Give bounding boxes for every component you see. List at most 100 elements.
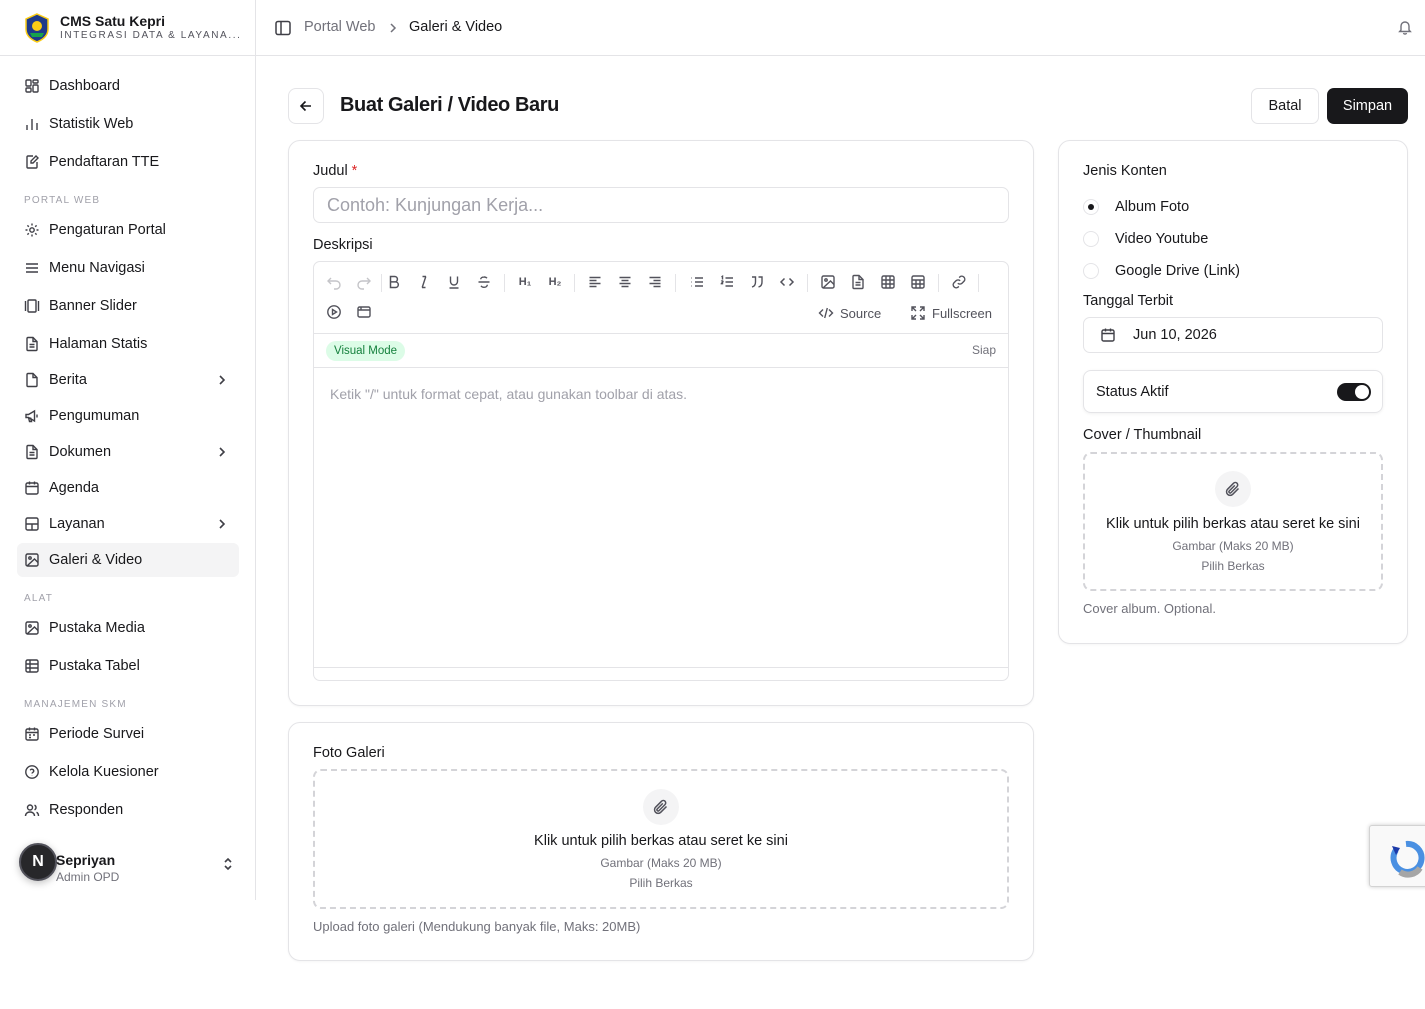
sidebar-item-menu-navigasi[interactable]: Menu Navigasi [17, 251, 239, 285]
user-name: Sepriyan [56, 852, 116, 868]
save-button[interactable]: Simpan [1327, 88, 1408, 124]
megaphone-icon [24, 408, 40, 424]
sidebar-item-agenda[interactable]: Agenda [17, 471, 239, 505]
cover-dropzone[interactable]: Klik untuk pilih berkas atau seret ke si… [1083, 452, 1383, 591]
source-button[interactable]: Source [818, 303, 881, 323]
sidebar-item-pengumuman[interactable]: Pengumuman [17, 399, 239, 433]
breadcrumb-parent[interactable]: Portal Web [304, 19, 375, 35]
visual-mode-badge[interactable]: Visual Mode [326, 341, 406, 361]
description-label: Deskripsi [313, 237, 373, 253]
sidebar-item-banner-slider[interactable]: Banner Slider [17, 289, 239, 323]
fullscreen-button[interactable]: Fullscreen [910, 303, 992, 323]
sidebar-item-periode-survei[interactable]: Periode Survei [17, 717, 239, 751]
newspaper-icon [24, 372, 40, 388]
brand[interactable]: CMS Satu Kepri INTEGRASI DATA & LAYANA..… [24, 12, 241, 44]
italic-icon[interactable] [414, 272, 434, 292]
redo-icon[interactable] [354, 272, 374, 292]
bold-icon[interactable] [384, 272, 404, 292]
breadcrumb-current: Galeri & Video [409, 19, 503, 35]
sidebar-item-pengaturan-portal[interactable]: Pengaturan Portal [17, 213, 239, 247]
insert-image-icon[interactable] [818, 272, 838, 292]
source-label: Source [840, 305, 882, 321]
sidebar-item-label: Menu Navigasi [49, 260, 145, 276]
sidebar-item-galeri-video[interactable]: Galeri & Video [17, 543, 239, 577]
chevron-right-icon [219, 447, 226, 457]
paperclip-icon [1215, 471, 1251, 507]
sidebar-item-dashboard[interactable]: Dashboard [17, 69, 239, 103]
table-icon [24, 658, 40, 674]
align-right-icon[interactable] [645, 272, 665, 292]
title-label-text: Judul [313, 163, 348, 179]
gallery-pick-file[interactable]: Pilih Berkas [315, 876, 1007, 890]
radio-button[interactable] [1083, 263, 1099, 279]
quote-icon[interactable] [747, 272, 767, 292]
editor-content-area[interactable]: Ketik "/" untuk format cepat, atau gunak… [330, 386, 687, 402]
back-button[interactable] [288, 88, 324, 124]
title-input[interactable] [313, 187, 1009, 223]
sidebar-item-halaman-statis[interactable]: Halaman Statis [17, 327, 239, 361]
link-icon[interactable] [949, 272, 969, 292]
sidebar-item-pustaka-media[interactable]: Pustaka Media [17, 611, 239, 645]
fullscreen-label: Fullscreen [932, 305, 992, 321]
insert-table-icon[interactable] [878, 272, 898, 292]
underline-icon[interactable] [444, 272, 464, 292]
align-left-icon[interactable] [585, 272, 605, 292]
gallery-dropzone[interactable]: Klik untuk pilih berkas atau seret ke si… [313, 769, 1009, 909]
file-text-icon [24, 336, 40, 352]
cover-drop-sub: Gambar (Maks 20 MB) [1172, 539, 1294, 553]
insert-embed-icon[interactable] [354, 302, 374, 322]
strikethrough-icon[interactable] [474, 272, 494, 292]
cover-drop-title: Klik untuk pilih berkas atau seret ke si… [1106, 516, 1360, 532]
sidebar-item-label: Galeri & Video [49, 552, 143, 568]
user-role: Admin OPD [56, 870, 120, 884]
sidebar-item-layanan[interactable]: Layanan [17, 507, 239, 541]
sidebar-item-pustaka-tabel[interactable]: Pustaka Tabel [17, 649, 239, 683]
province-logo-icon [25, 13, 49, 43]
table-options-icon[interactable] [908, 272, 928, 292]
image-icon [24, 552, 40, 568]
ordered-list-icon[interactable] [717, 272, 737, 292]
sidebar-item-berita[interactable]: Berita [17, 363, 239, 397]
toolbar-separator [978, 274, 979, 292]
toolbar-separator [574, 274, 575, 292]
sidebar-item-label: Berita [49, 372, 87, 388]
radio-button-selected[interactable] [1083, 199, 1099, 215]
brand-title: CMS Satu Kepri [60, 13, 166, 29]
status-aktif-row: Status Aktif [1083, 370, 1383, 413]
gallery-label: Foto Galeri [313, 745, 385, 761]
layers-icon [24, 516, 40, 532]
cover-pick-file[interactable]: Pilih Berkas [1085, 559, 1381, 573]
align-center-icon[interactable] [615, 272, 635, 292]
sidebar-item-label: Pengaturan Portal [49, 222, 166, 238]
sidebar-item-kelola-kuesioner[interactable]: Kelola Kuesioner [17, 755, 239, 789]
insert-file-icon[interactable] [848, 272, 868, 292]
radio-album-foto[interactable]: Album Foto [1083, 198, 1189, 216]
radio-button[interactable] [1083, 231, 1099, 247]
undo-icon[interactable] [324, 272, 344, 292]
editor-footer [314, 667, 1008, 680]
user-menu[interactable]: N Sepriyan Admin OPD [17, 840, 239, 886]
sidebar-toggle-icon[interactable] [274, 19, 292, 37]
radio-video-youtube[interactable]: Video Youtube [1083, 230, 1208, 248]
toolbar-separator [504, 274, 505, 292]
status-aktif-toggle[interactable] [1337, 383, 1371, 401]
bullet-list-icon[interactable] [687, 272, 707, 292]
insert-video-icon[interactable] [324, 302, 344, 322]
heading-1-icon[interactable]: H₁ [515, 272, 535, 292]
publish-date-picker[interactable]: Jun 10, 2026 [1083, 317, 1383, 353]
heading-2-icon[interactable]: H₂ [545, 272, 565, 292]
status-aktif-label: Status Aktif [1096, 384, 1169, 400]
calendar-range-icon [24, 726, 40, 742]
recaptcha-badge[interactable] [1369, 825, 1425, 887]
sidebar-group-skm: MANAJEMEN SKM [24, 699, 127, 710]
radio-google-drive[interactable]: Google Drive (Link) [1083, 262, 1240, 280]
sidebar-item-dokumen[interactable]: Dokumen [17, 435, 239, 469]
code-icon[interactable] [777, 272, 797, 292]
bell-icon[interactable] [1397, 19, 1413, 35]
sidebar-item-statistik-web[interactable]: Statistik Web [17, 107, 239, 141]
cancel-button[interactable]: Batal [1251, 88, 1319, 124]
sidebar: CMS Satu Kepri INTEGRASI DATA & LAYANA..… [0, 0, 256, 900]
help-circle-icon [24, 764, 40, 780]
sidebar-item-responden[interactable]: Responden [17, 793, 239, 827]
sidebar-item-pendaftaran-tte[interactable]: Pendaftaran TTE [17, 145, 239, 179]
